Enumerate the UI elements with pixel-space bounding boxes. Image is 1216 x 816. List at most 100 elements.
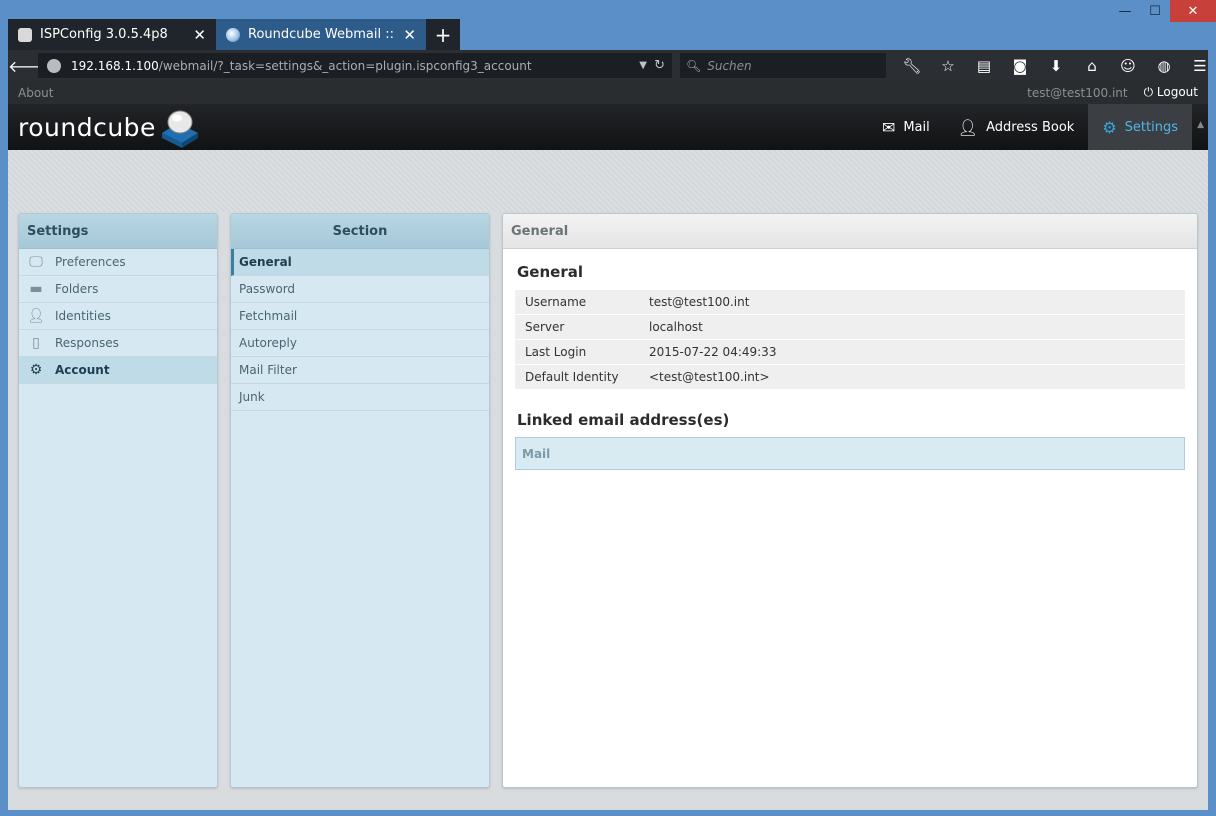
section-item-mail-filter[interactable]: Mail Filter	[231, 357, 489, 384]
settings-item-label: Account	[55, 363, 110, 377]
roundcube-favicon-icon	[226, 27, 240, 42]
person-icon: 👤︎	[957, 117, 979, 137]
nav-address-book[interactable]: 👤︎ Address Book	[944, 104, 1089, 150]
url-host: 192.168.1.100	[71, 58, 159, 73]
tab-roundcube[interactable]: Roundcube Webmail :: Ac... ✕	[216, 19, 426, 50]
settings-panel: Settings 🖵︎ Preferences ▬ Folders 👤︎ Ide…	[18, 213, 218, 788]
property-value: 2015-07-22 04:49:33	[649, 345, 777, 359]
nav-address-book-label: Address Book	[986, 119, 1075, 135]
settings-item-preferences[interactable]: 🖵︎ Preferences	[19, 249, 217, 276]
bookmark-star-icon[interactable]: ☆	[930, 57, 966, 75]
menu-icon[interactable]: ☰	[1182, 57, 1216, 75]
property-value: localhost	[649, 320, 703, 334]
section-panel-title: Section	[231, 214, 489, 249]
section-item-label: Autoreply	[239, 336, 297, 350]
logout-button[interactable]: ⏻ Logout	[1144, 85, 1198, 100]
close-tab-icon[interactable]: ✕	[193, 26, 206, 44]
navigation-bar: 🡐 192.168.1.100 /webmail/?_task=settings…	[8, 50, 1208, 81]
top-navigation: ✉ Mail 👤︎ Address Book ⚙ Settings	[868, 104, 1192, 150]
table-row: Last Login 2015-07-22 04:49:33	[515, 340, 1185, 364]
settings-item-label: Responses	[55, 336, 119, 350]
reading-list-icon[interactable]: ▤	[966, 57, 1002, 75]
back-button[interactable]: 🡐	[8, 56, 51, 76]
toolbar-icons: 🔧︎ ☆ ▤ ◙ ⬇ ⌂ ☺ ◍ ☰	[894, 50, 1216, 81]
web-icon[interactable]: ◍	[1146, 57, 1182, 75]
tab-strip: ISPConfig 3.0.5.4p8 ✕ Roundcube Webmail …	[8, 19, 1208, 50]
settings-item-account[interactable]: ⚙ Account	[19, 357, 217, 384]
section-item-fetchmail[interactable]: Fetchmail	[231, 303, 489, 330]
property-key: Default Identity	[525, 370, 619, 384]
nav-settings-label: Settings	[1124, 119, 1178, 135]
search-input[interactable]: 🔍︎ Suchen	[680, 53, 886, 78]
history-dropdown-icon[interactable]: ▼	[639, 60, 647, 71]
globe-icon	[47, 58, 61, 73]
tab-title: ISPConfig 3.0.5.4p8	[40, 27, 168, 42]
wrench-icon[interactable]: 🔧︎	[894, 57, 930, 75]
url-path: /webmail/?_task=settings&_action=plugin.…	[158, 58, 532, 73]
app-header: roundcube ✉ Mail 👤︎ Address Book ⚙ Setti…	[8, 104, 1208, 150]
chat-icon[interactable]: ☺	[1110, 57, 1146, 75]
new-tab-button[interactable]: +	[426, 19, 460, 50]
search-icon: 🔍︎	[686, 58, 702, 73]
monitor-icon: 🖵︎	[29, 254, 43, 270]
property-value: test@test100.int	[649, 295, 750, 309]
search-placeholder: Suchen	[707, 58, 752, 73]
header-background	[8, 150, 1208, 212]
table-row: Default Identity <test@test100.int>	[515, 365, 1185, 389]
current-user: test@test100.int	[1027, 85, 1128, 100]
pocket-icon[interactable]: ◙	[1002, 57, 1038, 75]
roundcube-cube-icon	[161, 110, 198, 148]
scroll-up-icon[interactable]: ▲	[1197, 120, 1204, 130]
folder-icon: ▬	[29, 281, 43, 297]
section-item-password[interactable]: Password	[231, 276, 489, 303]
close-tab-icon[interactable]: ✕	[403, 26, 416, 44]
section-item-label: General	[239, 255, 292, 269]
settings-item-label: Folders	[55, 282, 99, 296]
table-row: Server localhost	[515, 315, 1185, 339]
nav-settings[interactable]: ⚙ Settings	[1088, 104, 1192, 150]
property-key: Username	[525, 295, 587, 309]
general-section-title: General	[517, 263, 583, 281]
roundcube-logo[interactable]: roundcube	[18, 105, 202, 149]
table-row: Username test@test100.int	[515, 290, 1185, 314]
reload-icon[interactable]: ↻	[654, 58, 665, 73]
url-bar[interactable]: 192.168.1.100 /webmail/?_task=settings&_…	[38, 53, 672, 78]
section-item-autoreply[interactable]: Autoreply	[231, 330, 489, 357]
home-icon[interactable]: ⌂	[1074, 57, 1110, 75]
section-item-junk[interactable]: Junk	[231, 384, 489, 411]
download-icon[interactable]: ⬇	[1038, 57, 1074, 75]
section-item-label: Password	[239, 282, 296, 296]
tab-title: Roundcube Webmail :: Ac...	[248, 27, 397, 42]
section-item-label: Mail Filter	[239, 363, 297, 377]
section-panel: Section General Password Fetchmail Autor…	[230, 213, 490, 788]
person-icon: 👤︎	[27, 308, 45, 324]
section-item-general[interactable]: General	[231, 249, 489, 276]
main-panel: General General Username test@test100.in…	[502, 213, 1198, 788]
page-content: About test@test100.int ⏻ Logout roundcub…	[8, 81, 1208, 810]
linked-section-title: Linked email address(es)	[517, 411, 730, 429]
property-value: <test@test100.int>	[649, 370, 770, 384]
top-line: About test@test100.int ⏻ Logout	[8, 81, 1208, 104]
settings-item-label: Preferences	[55, 255, 126, 269]
section-item-label: Fetchmail	[239, 309, 298, 323]
document-icon: ▯	[32, 335, 40, 351]
ispconfig-favicon-icon	[18, 27, 32, 42]
settings-item-identities[interactable]: 👤︎ Identities	[19, 303, 217, 330]
gear-icon: ⚙	[29, 362, 43, 378]
tab-ispconfig[interactable]: ISPConfig 3.0.5.4p8 ✕	[8, 19, 216, 50]
main-panel-header: General	[503, 214, 1197, 249]
envelope-icon: ✉	[881, 117, 896, 137]
settings-item-responses[interactable]: ▯ Responses	[19, 330, 217, 357]
logout-label: Logout	[1156, 85, 1198, 99]
properties-table: Username test@test100.int Server localho…	[515, 290, 1185, 389]
logo-text: roundcube	[18, 112, 156, 142]
main-panel-body: General Username test@test100.int Server…	[503, 249, 1197, 484]
linked-table-header: Mail	[515, 437, 1185, 470]
nav-mail-label: Mail	[903, 119, 930, 135]
property-key: Last Login	[525, 345, 587, 359]
about-link[interactable]: About	[18, 86, 53, 100]
browser-window: — ☐ ✕ ISPConfig 3.0.5.4p8 ✕ Roundcube We…	[0, 0, 1216, 816]
settings-item-folders[interactable]: ▬ Folders	[19, 276, 217, 303]
property-key: Server	[525, 320, 565, 334]
nav-mail[interactable]: ✉ Mail	[868, 104, 944, 150]
